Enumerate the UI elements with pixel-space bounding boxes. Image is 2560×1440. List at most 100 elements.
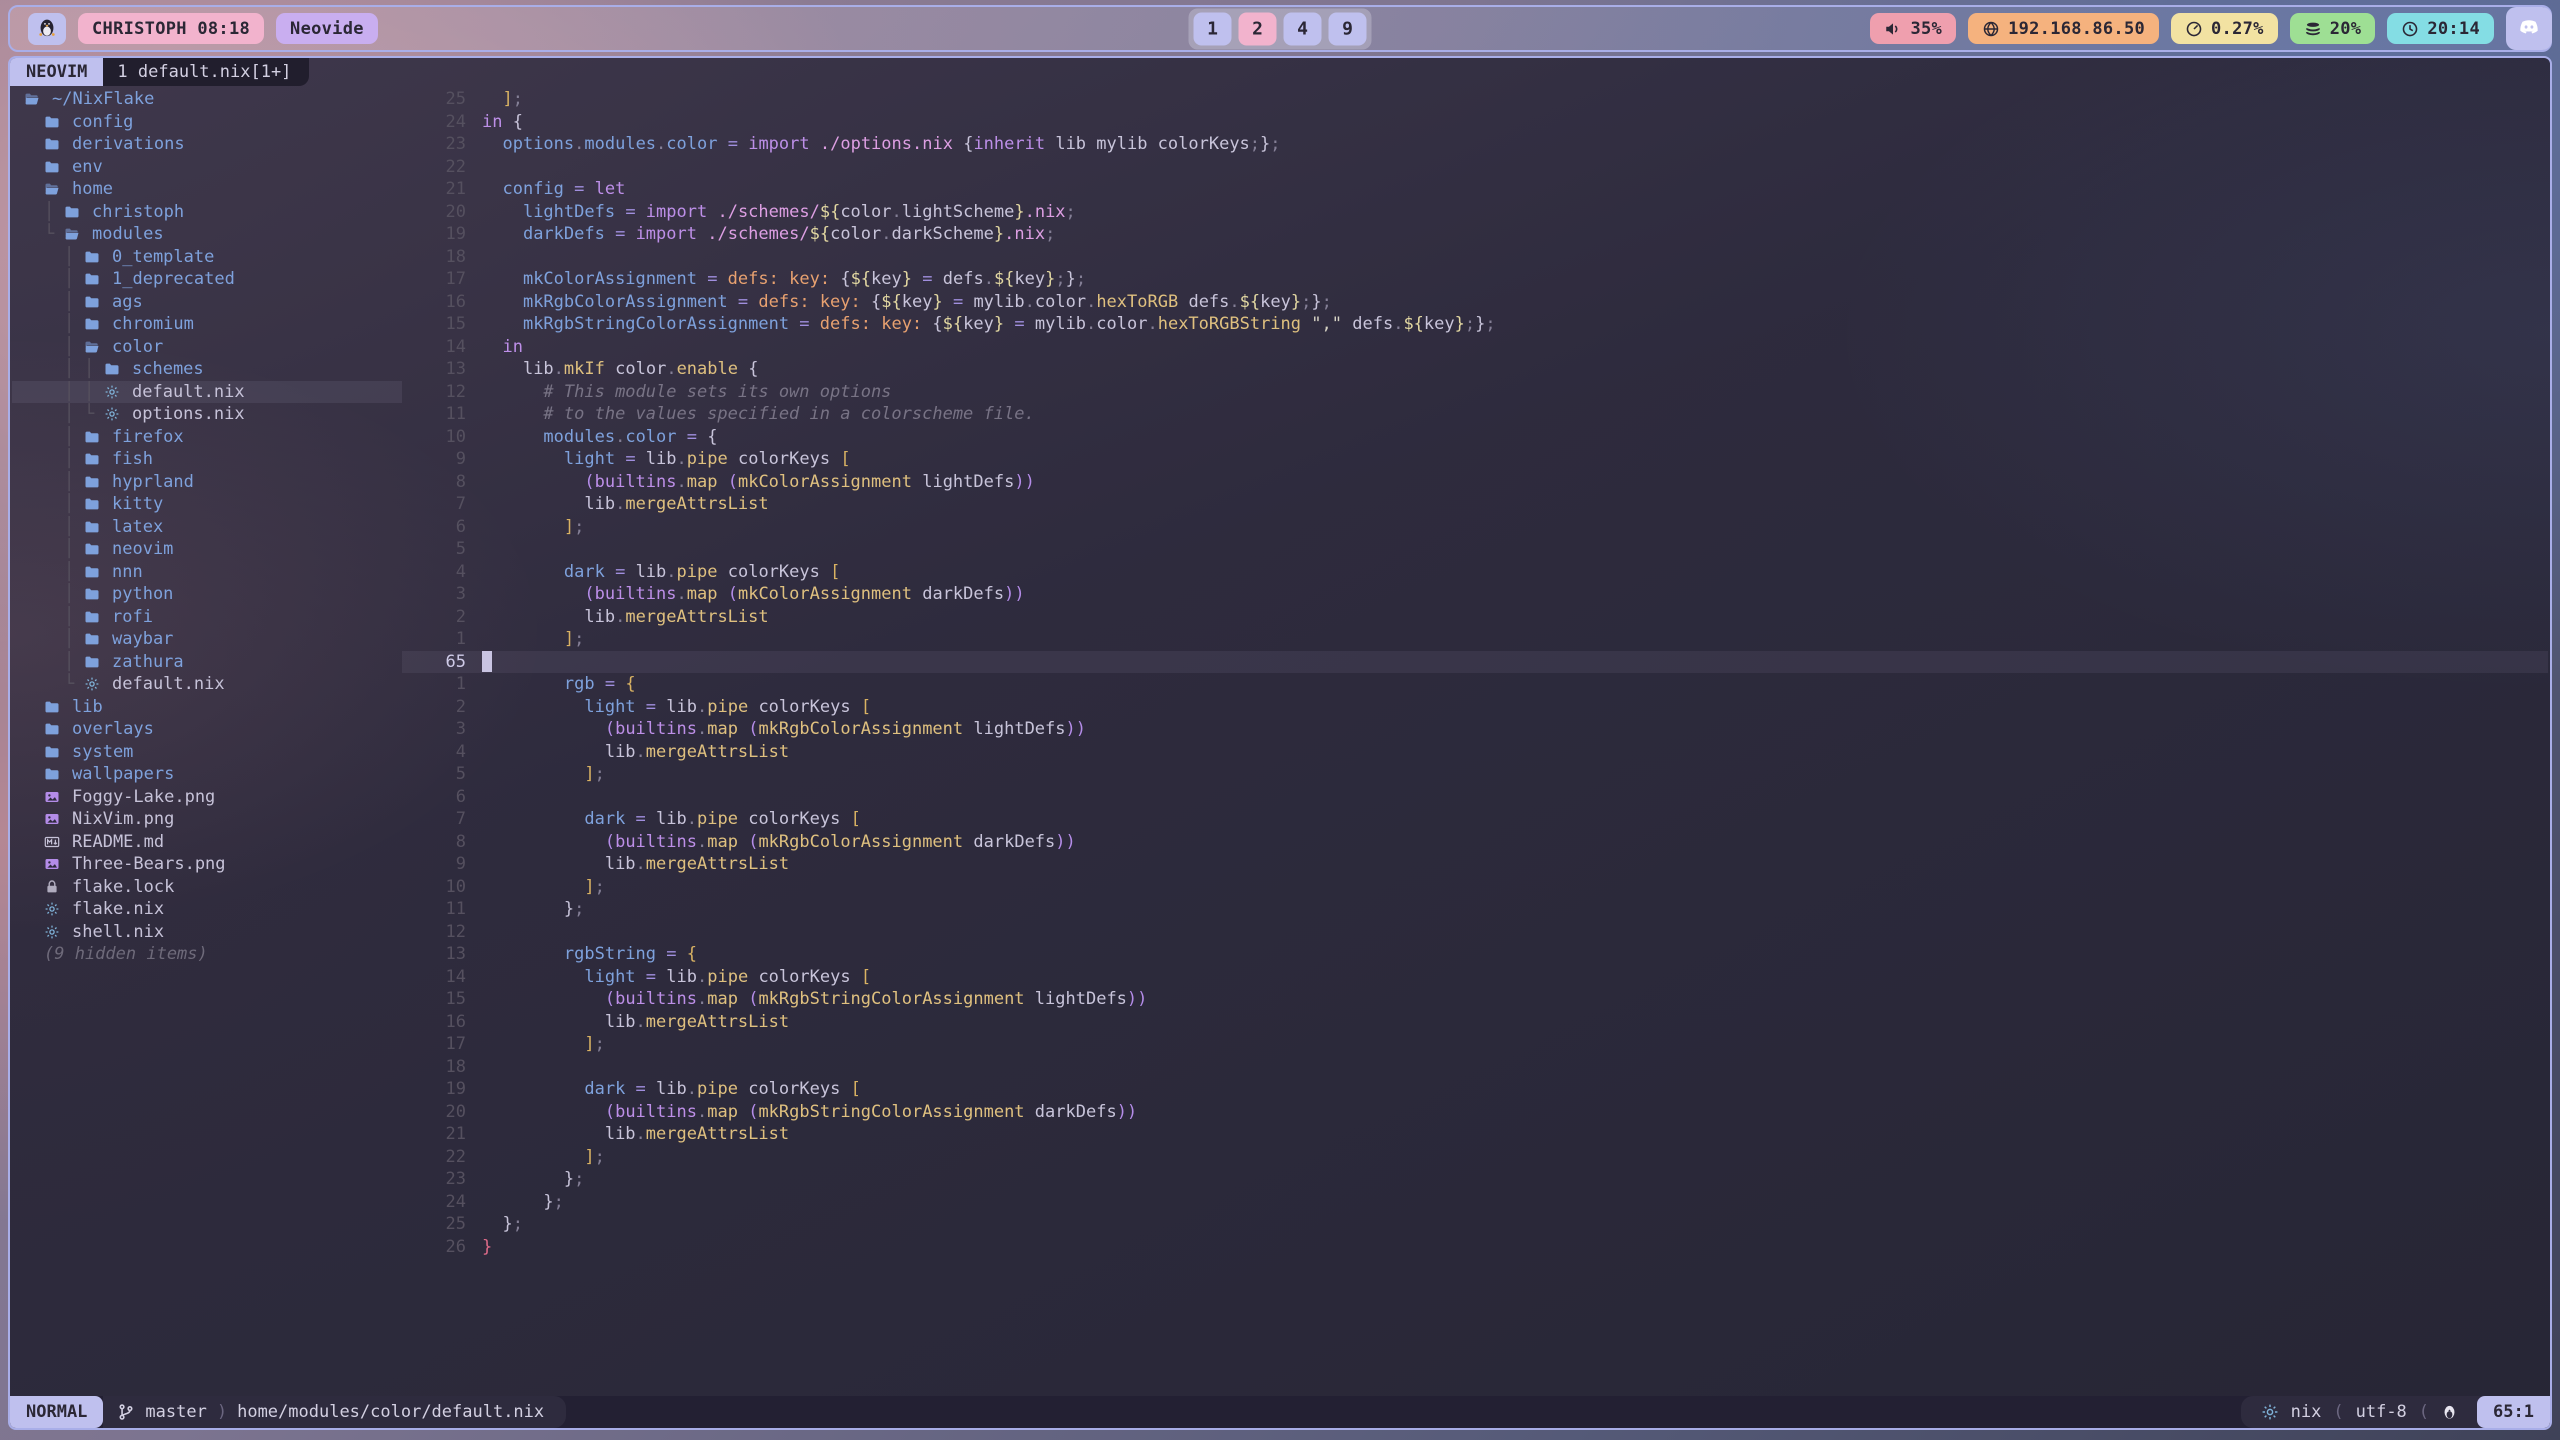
code-line[interactable]: 13 rgbString = {	[402, 943, 2548, 966]
tree-item-chromium[interactable]: │chromium	[12, 313, 402, 336]
code-line[interactable]: 24 };	[402, 1191, 2548, 1214]
code-line[interactable]: 22 ];	[402, 1146, 2548, 1169]
code-line[interactable]: 3 (builtins.map (mkRgbColorAssignment li…	[402, 718, 2548, 741]
launcher-button[interactable]	[28, 13, 66, 45]
code-line[interactable]: 8 (builtins.map (mkRgbColorAssignment da…	[402, 831, 2548, 854]
code-line[interactable]: 17 mkColorAssignment = defs: key: {${key…	[402, 268, 2548, 291]
code-line[interactable]: 8 (builtins.map (mkColorAssignment light…	[402, 471, 2548, 494]
tree-item--nixflake[interactable]: ~/NixFlake	[12, 88, 402, 111]
tree-item-1-deprecated[interactable]: │1_deprecated	[12, 268, 402, 291]
topbar-widget-clock[interactable]: 20:14	[2387, 13, 2494, 44]
tree-item-kitty[interactable]: │kitty	[12, 493, 402, 516]
tree-item-home[interactable]: home	[12, 178, 402, 201]
code-editor[interactable]: 25 ];24in {23 options.modules.color = im…	[402, 88, 2548, 1394]
code-line[interactable]: 14 in	[402, 336, 2548, 359]
tree-item-flake-lock[interactable]: flake.lock	[12, 876, 402, 899]
topbar-widget-app-name[interactable]: Neovide	[276, 13, 378, 44]
tree-item-shell-nix[interactable]: shell.nix	[12, 921, 402, 944]
code-line[interactable]: 19 dark = lib.pipe colorKeys [	[402, 1078, 2548, 1101]
tree-item-rofi[interactable]: │rofi	[12, 606, 402, 629]
tree-item-default-nix[interactable]: ││default.nix	[12, 381, 402, 404]
tree-item-fish[interactable]: │fish	[12, 448, 402, 471]
code-line[interactable]: 13 lib.mkIf color.enable {	[402, 358, 2548, 381]
tree-item-neovim[interactable]: │neovim	[12, 538, 402, 561]
code-line[interactable]: 10 modules.color = {	[402, 426, 2548, 449]
code-line[interactable]: 18	[402, 1056, 2548, 1079]
code-line[interactable]: 9 lib.mergeAttrsList	[402, 853, 2548, 876]
code-line[interactable]: 7 dark = lib.pipe colorKeys [	[402, 808, 2548, 831]
code-line[interactable]: 21 config = let	[402, 178, 2548, 201]
workspace-button-4[interactable]: 4	[1284, 12, 1322, 45]
code-line[interactable]: 9 light = lib.pipe colorKeys [	[402, 448, 2548, 471]
code-line[interactable]: 2 light = lib.pipe colorKeys [	[402, 696, 2548, 719]
code-line[interactable]: 15 (builtins.map (mkRgbStringColorAssign…	[402, 988, 2548, 1011]
code-line[interactable]: 23 };	[402, 1168, 2548, 1191]
code-line[interactable]: 16 lib.mergeAttrsList	[402, 1011, 2548, 1034]
tree-item-latex[interactable]: │latex	[12, 516, 402, 539]
tree-item-0-template[interactable]: │0_template	[12, 246, 402, 269]
tree-item-schemes[interactable]: ││schemes	[12, 358, 402, 381]
tree-item-wallpapers[interactable]: wallpapers	[12, 763, 402, 786]
tree-item-overlays[interactable]: overlays	[12, 718, 402, 741]
tree-item-flake-nix[interactable]: flake.nix	[12, 898, 402, 921]
tree-item-nnn[interactable]: │nnn	[12, 561, 402, 584]
code-line[interactable]: 3 (builtins.map (mkColorAssignment darkD…	[402, 583, 2548, 606]
code-line[interactable]: 12 # This module sets its own options	[402, 381, 2548, 404]
code-line[interactable]: 4 lib.mergeAttrsList	[402, 741, 2548, 764]
discord-button[interactable]	[2506, 7, 2552, 50]
tree-item-derivations[interactable]: derivations	[12, 133, 402, 156]
tree-item-modules[interactable]: └modules	[12, 223, 402, 246]
code-line[interactable]: 20 lightDefs = import ./schemes/${color.…	[402, 201, 2548, 224]
tree-item-christoph[interactable]: │christoph	[12, 201, 402, 224]
tree-item-lib[interactable]: lib	[12, 696, 402, 719]
code-line[interactable]: 21 lib.mergeAttrsList	[402, 1123, 2548, 1146]
tree-item-python[interactable]: │python	[12, 583, 402, 606]
tree-item-hyprland[interactable]: │hyprland	[12, 471, 402, 494]
code-line[interactable]: 6 ];	[402, 516, 2548, 539]
code-line[interactable]: 20 (builtins.map (mkRgbStringColorAssign…	[402, 1101, 2548, 1124]
code-line[interactable]: 5	[402, 538, 2548, 561]
tree-item-config[interactable]: config	[12, 111, 402, 134]
code-line[interactable]: 19 darkDefs = import ./schemes/${color.d…	[402, 223, 2548, 246]
code-line[interactable]: 23 options.modules.color = import ./opti…	[402, 133, 2548, 156]
code-line[interactable]: 6	[402, 786, 2548, 809]
tree-item-foggy-lake-png[interactable]: Foggy-Lake.png	[12, 786, 402, 809]
code-line[interactable]: 11 };	[402, 898, 2548, 921]
workspace-button-9[interactable]: 9	[1329, 12, 1367, 45]
tree-item-env[interactable]: env	[12, 156, 402, 179]
tree-item-options-nix[interactable]: │└options.nix	[12, 403, 402, 426]
tree-item-zathura[interactable]: │zathura	[12, 651, 402, 674]
code-line[interactable]: 24in {	[402, 111, 2548, 134]
code-line[interactable]: 22	[402, 156, 2548, 179]
tree-item-color[interactable]: │color	[12, 336, 402, 359]
topbar-widget-volume[interactable]: 35%	[1870, 13, 1956, 44]
tab-default-nix[interactable]: 1 default.nix[1+]	[103, 58, 309, 86]
code-line-current[interactable]: 65	[402, 651, 2548, 674]
code-line[interactable]: 1 ];	[402, 628, 2548, 651]
code-line[interactable]: 2 lib.mergeAttrsList	[402, 606, 2548, 629]
tree-item-system[interactable]: system	[12, 741, 402, 764]
code-line[interactable]: 10 ];	[402, 876, 2548, 899]
tree-item-three-bears-png[interactable]: Three-Bears.png	[12, 853, 402, 876]
code-line[interactable]: 11 # to the values specified in a colors…	[402, 403, 2548, 426]
code-line[interactable]: 12	[402, 921, 2548, 944]
code-line[interactable]: 25 };	[402, 1213, 2548, 1236]
workspace-button-1[interactable]: 1	[1194, 12, 1232, 45]
code-line[interactable]: 25 ];	[402, 88, 2548, 111]
tree-item-default-nix[interactable]: └default.nix	[12, 673, 402, 696]
topbar-widget-host-clock[interactable]: CHRISTOPH 08:18	[78, 13, 264, 44]
code-line[interactable]: 4 dark = lib.pipe colorKeys [	[402, 561, 2548, 584]
tree-item-firefox[interactable]: │firefox	[12, 426, 402, 449]
tree-item-waybar[interactable]: │waybar	[12, 628, 402, 651]
topbar-widget-memory[interactable]: 20%	[2290, 13, 2376, 44]
code-line[interactable]: 15 mkRgbStringColorAssignment = defs: ke…	[402, 313, 2548, 336]
code-line[interactable]: 26}	[402, 1236, 2548, 1259]
tree-item-ags[interactable]: │ags	[12, 291, 402, 314]
code-line[interactable]: 18	[402, 246, 2548, 269]
topbar-widget-network[interactable]: 192.168.86.50	[1968, 13, 2159, 44]
code-line[interactable]: 5 ];	[402, 763, 2548, 786]
code-line[interactable]: 1 rgb = {	[402, 673, 2548, 696]
topbar-widget-cpu[interactable]: 0.27%	[2171, 13, 2278, 44]
code-line[interactable]: 17 ];	[402, 1033, 2548, 1056]
code-line[interactable]: 14 light = lib.pipe colorKeys [	[402, 966, 2548, 989]
